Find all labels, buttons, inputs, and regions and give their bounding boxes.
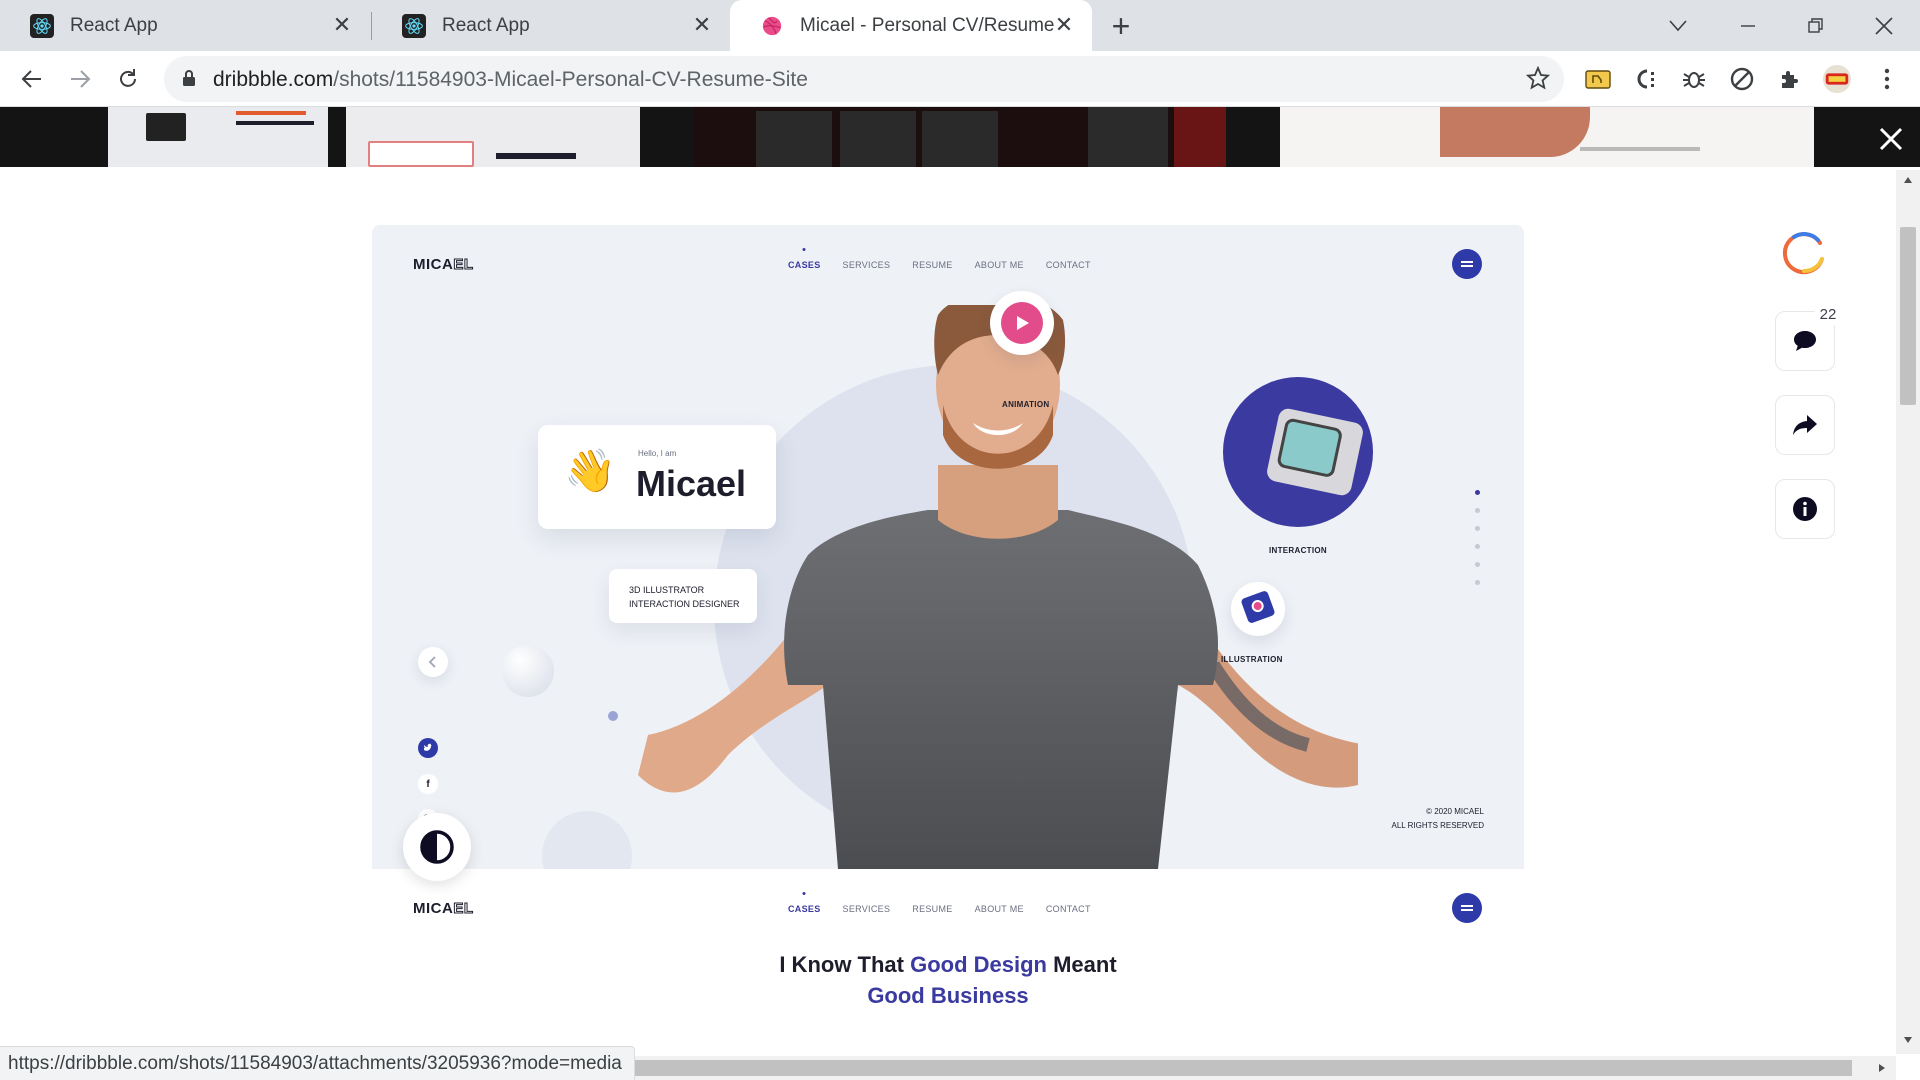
shot-nav-resume: RESUME: [912, 260, 953, 270]
back-arrow-icon[interactable]: [14, 61, 50, 97]
reload-icon[interactable]: [110, 61, 146, 97]
comment-icon: [1794, 331, 1816, 351]
shot-menu-icon: [1452, 893, 1482, 923]
shot-nav-services: SERVICES: [842, 260, 891, 270]
close-tab-icon[interactable]: ✕: [690, 13, 714, 37]
headline-accent: Good Business: [867, 983, 1029, 1008]
shot-menu-icon: [1452, 249, 1482, 279]
browser-tab-strip: React App ✕ React App ✕ Micael - Persona…: [0, 0, 1920, 51]
share-button[interactable]: [1775, 395, 1835, 455]
react-icon: [30, 13, 54, 38]
copyright-line: ALL RIGHTS RESERVED: [1391, 821, 1484, 830]
tab-title: Micael - Personal CV/Resume Site: [800, 14, 1060, 36]
interaction-label: INTERACTION: [1269, 546, 1327, 555]
url-text[interactable]: dribbble.com/shots/11584903-Micael-Perso…: [213, 68, 808, 92]
vertical-scroll-thumb[interactable]: [1900, 227, 1916, 405]
scroll-down-icon[interactable]: [1903, 1036, 1913, 1044]
waving-hand-icon: 👋: [564, 447, 617, 494]
info-button[interactable]: [1775, 479, 1835, 539]
shot-headline: I Know That Good Design Meant Good Busin…: [372, 949, 1524, 1011]
theme-toggle-button[interactable]: [403, 813, 471, 881]
designer-avatar[interactable]: [1782, 229, 1828, 275]
tab-micael-active[interactable]: Micael - Personal CV/Resume Site ✕: [730, 0, 1092, 51]
twitter-icon: [418, 738, 438, 758]
thumbnail-card: [1280, 107, 1814, 167]
animation-label: ANIMATION: [1002, 400, 1050, 409]
decor-dot: [608, 711, 618, 721]
profile-avatar[interactable]: [1822, 64, 1852, 94]
url-path: /shots/11584903-Micael-Personal-CV-Resum…: [333, 68, 808, 91]
address-bar[interactable]: dribbble.com/shots/11584903-Micael-Perso…: [164, 56, 1564, 102]
extensions-puzzle-icon[interactable]: [1775, 64, 1805, 94]
shot-nav-services: SERVICES: [842, 904, 891, 914]
thumbnail-card: [694, 107, 1226, 167]
close-window-icon[interactable]: [1866, 8, 1902, 44]
copyright: © 2020 MICAEL ALL RIGHTS RESERVED: [1392, 805, 1484, 833]
close-tab-icon[interactable]: ✕: [330, 13, 354, 37]
bookmark-star-icon[interactable]: [1525, 65, 1551, 95]
tab-react-app-1[interactable]: React App ✕: [0, 0, 370, 51]
comment-count: 22: [1814, 304, 1842, 326]
dribbble-icon: [760, 14, 784, 38]
headline-text: Meant: [1046, 952, 1117, 977]
illustration-label: ILLUSTRATION: [1221, 655, 1283, 664]
comments-button[interactable]: 22: [1775, 304, 1842, 371]
shot-nav-cases: CASES: [788, 904, 821, 914]
shot-nav-contact: CONTACT: [1045, 260, 1091, 270]
tab-search-icon[interactable]: [1660, 8, 1696, 44]
lock-icon[interactable]: [182, 69, 196, 92]
minimize-icon[interactable]: [1730, 8, 1766, 44]
browser-menu-icon[interactable]: [1872, 64, 1902, 94]
shot-nav-about: ABOUT ME: [974, 904, 1024, 914]
contrast-icon: [420, 830, 454, 864]
shot-modal: MICAEL CASES SERVICES RESUME ABOUT ME CO…: [0, 167, 1920, 1057]
scroll-right-icon[interactable]: [1878, 1063, 1886, 1073]
slide-dots: [1475, 490, 1480, 598]
thumbnail-card: [108, 107, 328, 167]
shot-logo: MICAEL: [413, 900, 474, 918]
tab-react-app-2[interactable]: React App ✕: [372, 0, 730, 51]
shot-nav-resume: RESUME: [912, 904, 953, 914]
restore-icon[interactable]: [1798, 8, 1834, 44]
close-modal-icon[interactable]: [1876, 124, 1906, 154]
headline-accent: Good Design: [910, 952, 1047, 977]
tab-title: React App: [70, 14, 158, 36]
facebook-icon: f: [418, 774, 438, 794]
decor-sphere: [542, 811, 632, 869]
chevron-left-icon: [418, 647, 448, 677]
horizontal-scroll-thumb[interactable]: [612, 1060, 1852, 1076]
shot-image[interactable]: MICAEL CASES SERVICES RESUME ABOUT ME CO…: [372, 225, 1524, 869]
copyright-line: © 2020 MICAEL: [1426, 807, 1484, 816]
extension-bug-icon[interactable]: [1679, 64, 1709, 94]
browser-toolbar: dribbble.com/shots/11584903-Micael-Perso…: [0, 51, 1920, 107]
status-bar-url: https://dribbble.com/shots/11584903/atta…: [0, 1046, 635, 1080]
shot-nav-cases: CASES: [788, 260, 821, 270]
extension-folder-icon[interactable]: [1583, 64, 1613, 94]
new-tab-button[interactable]: +: [1106, 10, 1136, 42]
extension-blocker-icon[interactable]: [1727, 64, 1757, 94]
shot-nav: CASES SERVICES RESUME ABOUT ME CONTACT: [788, 260, 1091, 270]
react-icon: [402, 13, 426, 38]
horizontal-scrollbar[interactable]: [612, 1056, 1896, 1080]
shot-logo: MICAEL: [413, 256, 474, 274]
shot-nav: CASES SERVICES RESUME ABOUT ME CONTACT: [788, 904, 1091, 914]
tab-title: React App: [442, 14, 530, 36]
play-icon: [1001, 302, 1043, 344]
shot-image-second[interactable]: MICAEL CASES SERVICES RESUME ABOUT ME CO…: [372, 869, 1524, 1057]
shot-nav-about: ABOUT ME: [974, 260, 1024, 270]
shot-nav-contact: CONTACT: [1045, 904, 1091, 914]
vertical-scrollbar[interactable]: [1896, 170, 1920, 1054]
forward-arrow-icon[interactable]: [62, 61, 98, 97]
gallery-backdrop: [0, 107, 1920, 167]
scroll-up-icon[interactable]: [1903, 176, 1913, 184]
extension-css-icon[interactable]: [1631, 64, 1661, 94]
url-domain: dribbble.com: [213, 68, 334, 91]
share-icon: [1793, 415, 1817, 435]
info-icon: [1793, 497, 1817, 521]
decor-sphere: [502, 645, 554, 697]
headline-text: I Know That: [779, 952, 911, 977]
thumbnail-card: [346, 107, 640, 167]
close-tab-icon[interactable]: ✕: [1052, 13, 1076, 37]
